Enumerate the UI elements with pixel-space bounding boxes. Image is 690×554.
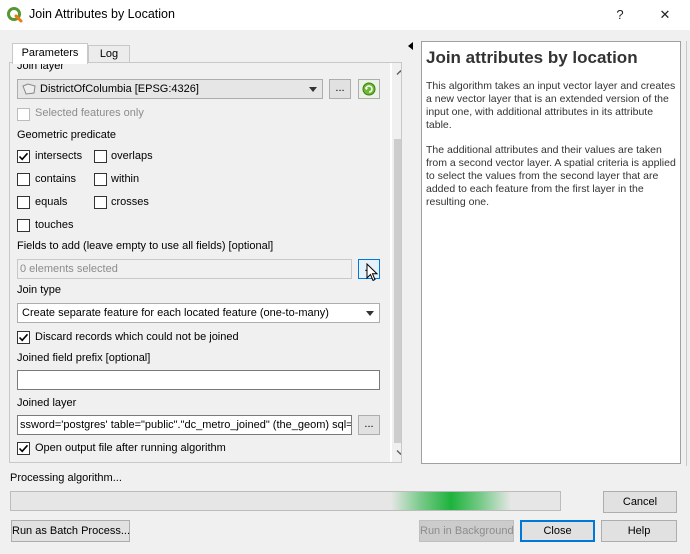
- chevron-down-icon: [366, 311, 374, 316]
- discard-records-checkbox[interactable]: [17, 331, 30, 344]
- collapse-help-icon[interactable]: [408, 42, 413, 50]
- parameters-scrollbar[interactable]: [392, 63, 402, 462]
- tab-log[interactable]: Log: [88, 45, 130, 63]
- open-output-checkbox[interactable]: [17, 442, 30, 455]
- checkmark-icon: [18, 152, 29, 161]
- joined-layer-browse-button[interactable]: ...: [358, 415, 380, 435]
- help-paragraph-2: The additional attributes and their valu…: [426, 144, 676, 208]
- window-title: Join Attributes by Location: [29, 7, 175, 21]
- scrollbar-thumb[interactable]: [394, 139, 401, 443]
- join-type-combo[interactable]: Create separate feature for each located…: [17, 303, 380, 323]
- selected-features-label: Selected features only: [35, 107, 144, 119]
- progress-bar: [10, 491, 561, 511]
- window-close-button[interactable]: ✕: [655, 5, 675, 25]
- within-checkbox[interactable]: [94, 173, 107, 186]
- join-type-label: Join type: [17, 284, 62, 296]
- qgis-logo-icon: [7, 7, 23, 23]
- polygon-layer-icon: [22, 83, 36, 95]
- help-button[interactable]: Help: [601, 520, 677, 542]
- help-title: Join attributes by location: [426, 48, 638, 67]
- open-output-label: Open output file after running algorithm: [35, 442, 226, 454]
- touches-label: touches: [35, 219, 74, 231]
- contains-label: contains: [35, 173, 76, 185]
- fields-to-add-label: Fields to add (leave empty to use all fi…: [17, 240, 274, 252]
- join-layer-combo[interactable]: DistrictOfColumbia [EPSG:4326]: [17, 79, 323, 99]
- intersects-label: intersects: [35, 150, 83, 162]
- discard-records-label: Discard records which could not be joine…: [35, 331, 239, 343]
- iterate-layer-button[interactable]: [358, 79, 380, 99]
- status-text: Processing algorithm...: [10, 472, 122, 484]
- overlaps-label: overlaps: [111, 150, 153, 162]
- cancel-button[interactable]: Cancel: [603, 491, 677, 513]
- joined-layer-output-input[interactable]: ssword='postgres' table="public"."dc_met…: [17, 415, 352, 435]
- join-layer-value: DistrictOfColumbia [EPSG:4326]: [40, 83, 199, 95]
- chevron-down-icon: [309, 87, 317, 92]
- equals-label: equals: [35, 196, 68, 208]
- parameters-panel: Join layer DistrictOfColumbia [EPSG:4326…: [9, 62, 402, 463]
- context-help-button[interactable]: ?: [610, 5, 630, 25]
- close-button[interactable]: Close: [520, 520, 595, 542]
- selected-features-checkbox[interactable]: [17, 108, 30, 121]
- checkmark-icon: [18, 333, 29, 342]
- intersects-checkbox[interactable]: [17, 150, 30, 163]
- overlaps-checkbox[interactable]: [94, 150, 107, 163]
- divider: [686, 41, 687, 466]
- scroll-down-icon[interactable]: [396, 448, 402, 457]
- scroll-up-icon[interactable]: [396, 68, 402, 77]
- run-in-background-button[interactable]: Run in Background: [419, 520, 514, 542]
- crosses-label: crosses: [111, 196, 149, 208]
- join-type-value: Create separate feature for each located…: [22, 307, 329, 319]
- joined-field-prefix-input[interactable]: [17, 370, 380, 390]
- crosses-checkbox[interactable]: [94, 196, 107, 209]
- equals-checkbox[interactable]: [17, 196, 30, 209]
- within-label: within: [111, 173, 140, 185]
- progress-indicator: [391, 492, 511, 510]
- refresh-icon: [362, 82, 376, 96]
- touches-checkbox[interactable]: [17, 219, 30, 232]
- contains-checkbox[interactable]: [17, 173, 30, 186]
- mouse-cursor-icon: [366, 263, 379, 282]
- geometric-predicate-label: Geometric predicate: [17, 129, 117, 141]
- parameters-scroll-area: Join layer DistrictOfColumbia [EPSG:4326…: [10, 63, 390, 462]
- run-batch-button[interactable]: Run as Batch Process...: [11, 520, 130, 542]
- help-paragraph-1: This algorithm takes an input vector lay…: [426, 80, 676, 131]
- fields-to-add-field: 0 elements selected: [17, 259, 352, 279]
- joined-field-prefix-label: Joined field prefix [optional]: [17, 352, 151, 364]
- help-panel: Join attributes by location This algorit…: [421, 41, 681, 464]
- joined-layer-label: Joined layer: [17, 397, 77, 409]
- join-layer-browse-button[interactable]: ...: [329, 79, 351, 99]
- tab-parameters[interactable]: Parameters: [12, 43, 88, 64]
- checkmark-icon: [18, 444, 29, 453]
